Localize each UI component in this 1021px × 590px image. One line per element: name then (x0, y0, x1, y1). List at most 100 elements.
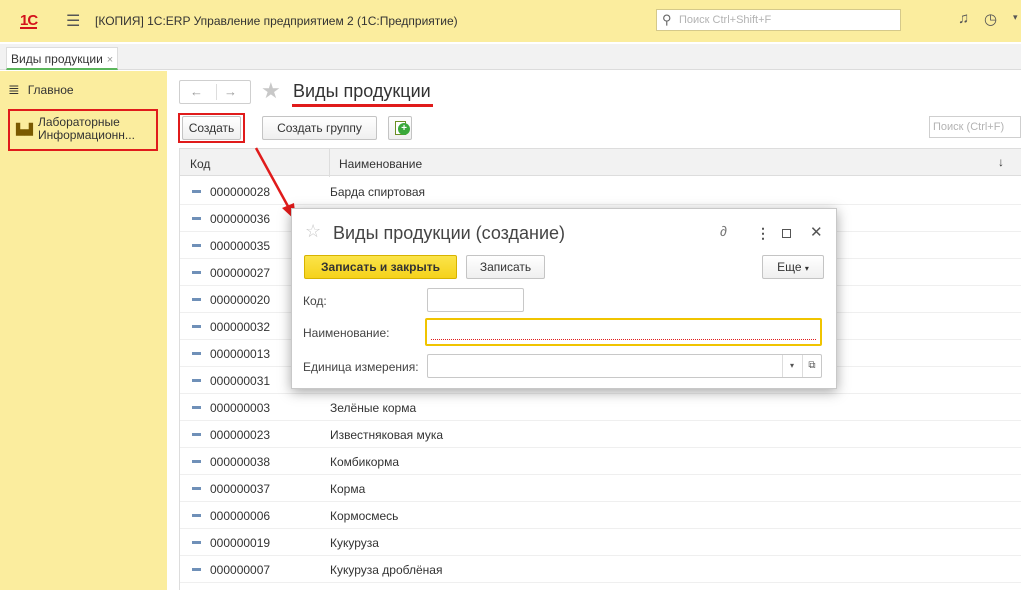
list-search-placeholder: Поиск (Ctrl+F) (933, 121, 1005, 133)
column-header-name[interactable]: Наименование (339, 157, 422, 171)
row-code: 000000020 (210, 293, 271, 307)
item-marker-icon (192, 271, 201, 274)
row-code: 000000007 (210, 563, 271, 577)
app-title: [КОПИЯ] 1С:ERP Управление предприятием 2… (95, 14, 458, 28)
divider (216, 84, 217, 100)
navigation-buttons: ← → (179, 80, 251, 104)
global-search-input[interactable]: ⚲ Поиск Ctrl+Shift+F (656, 9, 901, 31)
create-copy-button[interactable]: + (388, 116, 412, 140)
create-dialog: ☆ Виды продукции (создание) ∂ ⋮ ✕ Записа… (291, 208, 837, 389)
bell-icon[interactable]: ♫ (958, 10, 969, 27)
item-marker-icon (192, 541, 201, 544)
table-row[interactable]: 000000006 Кормосмесь (180, 502, 1021, 529)
row-name: Зелёные корма (330, 401, 417, 415)
row-code: 000000032 (210, 320, 271, 334)
title-bar: 1С ☰ [КОПИЯ] 1С:ERP Управление предприят… (0, 0, 1021, 42)
tab-bar: Виды продукции × (0, 44, 1021, 70)
favorite-star-icon[interactable]: ★ (261, 78, 281, 104)
row-code: 000000013 (210, 347, 271, 361)
menu-list-icon: ≣ (8, 81, 20, 97)
item-marker-icon (192, 190, 201, 193)
table-header: Код Наименование ↓ (180, 148, 1021, 177)
more-button-label: Еще (777, 260, 802, 274)
item-marker-icon (192, 217, 201, 220)
sidebar: ≣ Главное ▙▟ Лабораторные Информационн... (0, 71, 167, 590)
tab-vidy-produktsii[interactable]: Виды продукции × (6, 47, 119, 70)
sidebar-item-label: Главное (27, 83, 74, 97)
column-header-code[interactable]: Код (190, 157, 210, 171)
required-marker (431, 339, 816, 340)
more-actions-icon[interactable]: ⋮ (756, 225, 770, 242)
dropdown-icon[interactable]: ▾ (782, 355, 801, 377)
history-icon[interactable]: ◷ (984, 10, 997, 28)
open-form-icon[interactable]: ⧉ (802, 355, 821, 377)
maximize-icon[interactable] (782, 229, 791, 238)
item-marker-icon (192, 298, 201, 301)
unit-label: Единица измерения: (303, 360, 419, 374)
row-name: Кукуруза дроблёная (330, 563, 443, 577)
item-marker-icon (192, 325, 201, 328)
row-code: 000000036 (210, 212, 271, 226)
forward-arrow-icon[interactable]: → (224, 84, 237, 99)
app-logo[interactable]: 1С (20, 12, 38, 29)
table-row[interactable]: 000000007 Кукуруза дроблёная (180, 556, 1021, 583)
item-marker-icon (192, 379, 201, 382)
link-icon[interactable]: ∂ (720, 223, 727, 239)
sidebar-item-laboratory[interactable]: ▙▟ Лабораторные Информационн... (8, 109, 158, 151)
main-menu-icon[interactable]: ☰ (66, 11, 80, 31)
list-search-input[interactable]: Поиск (Ctrl+F) (929, 116, 1021, 138)
row-code: 000000028 (210, 185, 271, 199)
create-group-button[interactable]: Создать группу (262, 116, 377, 140)
item-marker-icon (192, 514, 201, 517)
item-marker-icon (192, 406, 201, 409)
table-row[interactable]: 000000023 Известняковая мука (180, 421, 1021, 448)
search-icon: ⚲ (662, 12, 672, 27)
save-and-close-button[interactable]: Записать и закрыть (304, 255, 457, 279)
row-name: Кукуруза (330, 536, 379, 550)
table-row[interactable]: 000000019 Кукуруза (180, 529, 1021, 556)
row-code: 000000035 (210, 239, 271, 253)
sidebar-item-label-line2: Информационн... (38, 128, 135, 142)
item-marker-icon (192, 433, 201, 436)
unit-field[interactable]: ▾ ⧉ (427, 354, 822, 378)
save-button[interactable]: Записать (466, 255, 545, 279)
item-marker-icon (192, 244, 201, 247)
row-code: 000000019 (210, 536, 271, 550)
row-name: Кормосмесь (330, 509, 399, 523)
code-field[interactable] (427, 288, 524, 312)
item-marker-icon (192, 487, 201, 490)
column-divider (329, 149, 330, 177)
table-row[interactable]: 000000037 Корма (180, 475, 1021, 502)
row-code: 000000027 (210, 266, 271, 280)
sort-arrow-icon[interactable]: ↓ (998, 155, 1004, 169)
row-code: 000000006 (210, 509, 271, 523)
row-name: Корма (330, 482, 366, 496)
row-code: 000000031 (210, 374, 271, 388)
row-code: 000000023 (210, 428, 271, 442)
annotation-underline (292, 104, 433, 107)
row-name: Барда спиртовая (330, 185, 426, 199)
name-field[interactable] (425, 318, 822, 346)
create-button[interactable]: Создать (182, 116, 241, 140)
sidebar-item-main[interactable]: ≣ Главное (8, 81, 74, 98)
table-row[interactable]: 000000028 Барда спиртовая (180, 178, 1021, 205)
row-name: Известняковая мука (330, 428, 444, 442)
row-name: Комбикорма (330, 455, 400, 469)
dialog-title: Виды продукции (создание) (333, 223, 566, 243)
close-icon[interactable]: ✕ (810, 223, 823, 241)
close-icon[interactable]: × (107, 54, 113, 66)
more-button[interactable]: Еще ▾ (762, 255, 824, 279)
table-row[interactable]: 000000038 Комбикорма (180, 448, 1021, 475)
tab-label: Виды продукции (11, 52, 103, 66)
favorite-star-icon[interactable]: ☆ (305, 221, 321, 242)
plus-icon: + (398, 123, 410, 135)
row-code: 000000038 (210, 455, 271, 469)
table-row[interactable]: 000000003 Зелёные корма (180, 394, 1021, 421)
name-label: Наименование: (303, 326, 390, 340)
factory-icon: ▙▟ (16, 124, 33, 136)
chevron-down-icon[interactable]: ▾ (1013, 12, 1018, 23)
item-marker-icon (192, 460, 201, 463)
code-label: Код: (303, 294, 327, 308)
row-code: 000000037 (210, 482, 271, 496)
back-arrow-icon[interactable]: ← (190, 84, 203, 99)
